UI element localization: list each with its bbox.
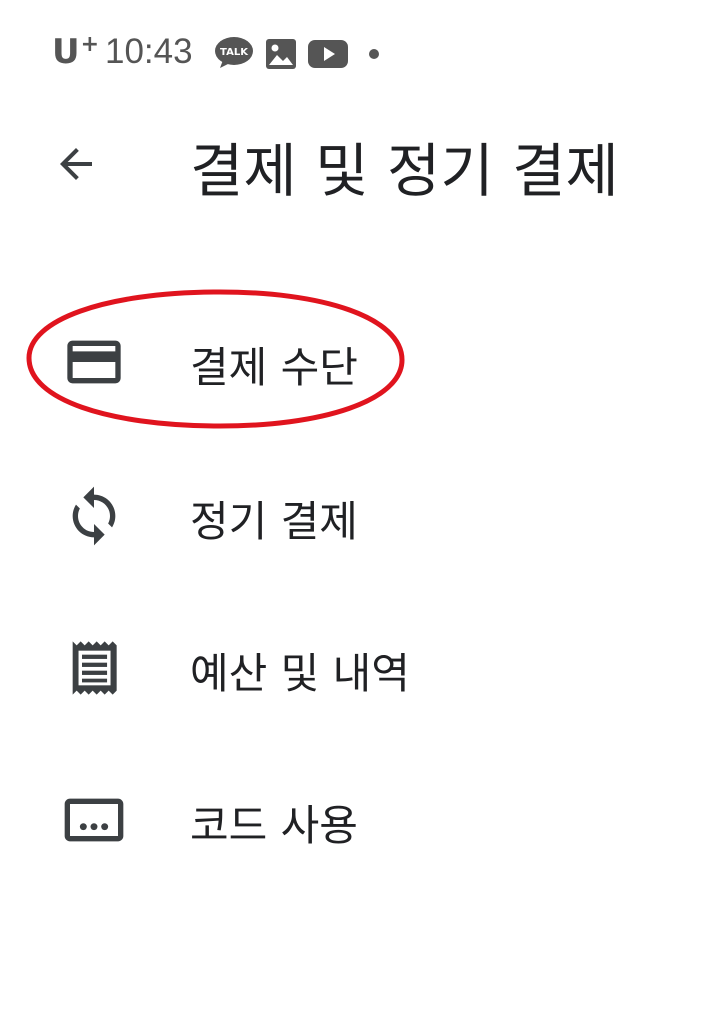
kakaotalk-icon: TALK — [215, 37, 253, 68]
redeem-code-icon — [64, 798, 124, 842]
menu-item-subscriptions[interactable]: 정기 결제 — [0, 452, 720, 572]
menu-item-payment-methods[interactable]: 결제 수단 — [0, 298, 720, 418]
gallery-icon — [266, 39, 296, 69]
notification-dot-icon — [369, 49, 379, 59]
carrier-label: U+ — [52, 32, 100, 72]
youtube-icon — [308, 40, 348, 68]
menu-item-label: 정기 결제 — [190, 497, 358, 546]
sync-icon — [72, 486, 116, 546]
menu-item-label: 예산 및 내역 — [190, 649, 410, 698]
status-bar: U+ 10:43 TALK — [0, 0, 720, 110]
menu-item-redeem-code[interactable]: 코드 사용 — [0, 756, 720, 876]
page-title: 결제 및 정기 결제 — [190, 137, 619, 205]
back-button[interactable] — [44, 132, 108, 196]
arrow-back-icon — [60, 148, 92, 180]
menu-item-label: 결제 수단 — [190, 343, 358, 392]
menu-item-budget-history[interactable]: 예산 및 내역 — [0, 604, 720, 724]
receipt-icon — [72, 641, 117, 695]
menu-item-label: 코드 사용 — [190, 801, 358, 850]
status-time: 10:43 — [105, 32, 193, 71]
talk-label: TALK — [220, 47, 249, 58]
credit-card-icon — [67, 340, 121, 384]
